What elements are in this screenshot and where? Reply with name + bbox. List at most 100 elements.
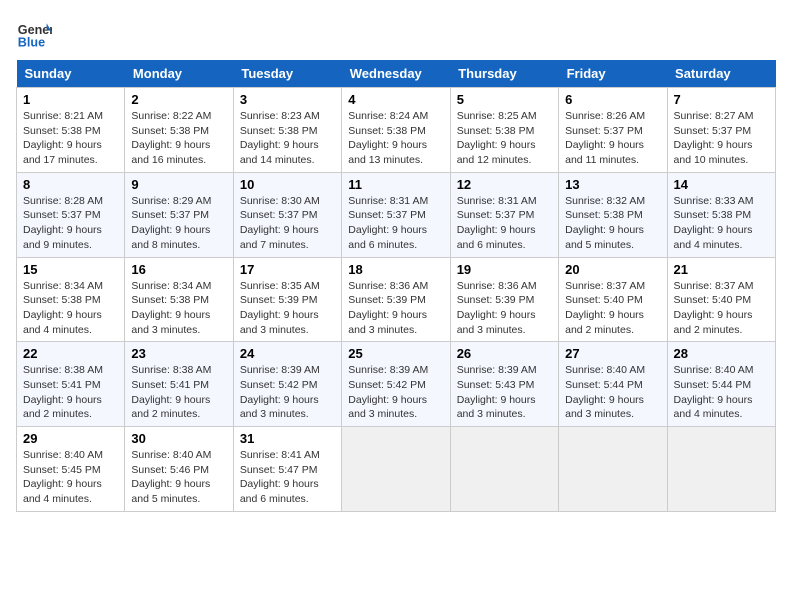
calendar-cell: [450, 427, 558, 512]
calendar-week-4: 22 Sunrise: 8:38 AM Sunset: 5:41 PM Dayl…: [17, 342, 776, 427]
day-info: Sunrise: 8:31 AM Sunset: 5:37 PM Dayligh…: [457, 194, 552, 253]
day-number: 19: [457, 262, 552, 277]
day-number: 15: [23, 262, 118, 277]
day-number: 24: [240, 346, 335, 361]
day-number: 10: [240, 177, 335, 192]
day-number: 9: [131, 177, 226, 192]
day-info: Sunrise: 8:36 AM Sunset: 5:39 PM Dayligh…: [348, 279, 443, 338]
calendar-cell: 11 Sunrise: 8:31 AM Sunset: 5:37 PM Dayl…: [342, 172, 450, 257]
day-info: Sunrise: 8:41 AM Sunset: 5:47 PM Dayligh…: [240, 448, 335, 507]
day-number: 1: [23, 92, 118, 107]
calendar-cell: 27 Sunrise: 8:40 AM Sunset: 5:44 PM Dayl…: [559, 342, 667, 427]
day-number: 3: [240, 92, 335, 107]
weekday-header-wednesday: Wednesday: [342, 60, 450, 88]
page-header: General Blue: [16, 16, 776, 52]
day-number: 30: [131, 431, 226, 446]
calendar-cell: 10 Sunrise: 8:30 AM Sunset: 5:37 PM Dayl…: [233, 172, 341, 257]
day-number: 5: [457, 92, 552, 107]
day-info: Sunrise: 8:34 AM Sunset: 5:38 PM Dayligh…: [131, 279, 226, 338]
day-number: 20: [565, 262, 660, 277]
day-number: 7: [674, 92, 769, 107]
day-info: Sunrise: 8:27 AM Sunset: 5:37 PM Dayligh…: [674, 109, 769, 168]
calendar-cell: 28 Sunrise: 8:40 AM Sunset: 5:44 PM Dayl…: [667, 342, 775, 427]
logo: General Blue: [16, 16, 52, 52]
weekday-header-sunday: Sunday: [17, 60, 125, 88]
day-info: Sunrise: 8:36 AM Sunset: 5:39 PM Dayligh…: [457, 279, 552, 338]
day-info: Sunrise: 8:21 AM Sunset: 5:38 PM Dayligh…: [23, 109, 118, 168]
svg-text:Blue: Blue: [18, 36, 45, 50]
day-info: Sunrise: 8:40 AM Sunset: 5:44 PM Dayligh…: [565, 363, 660, 422]
weekday-header-monday: Monday: [125, 60, 233, 88]
weekday-header-saturday: Saturday: [667, 60, 775, 88]
day-info: Sunrise: 8:34 AM Sunset: 5:38 PM Dayligh…: [23, 279, 118, 338]
calendar-cell: 15 Sunrise: 8:34 AM Sunset: 5:38 PM Dayl…: [17, 257, 125, 342]
day-number: 14: [674, 177, 769, 192]
day-info: Sunrise: 8:33 AM Sunset: 5:38 PM Dayligh…: [674, 194, 769, 253]
weekday-header-thursday: Thursday: [450, 60, 558, 88]
day-info: Sunrise: 8:32 AM Sunset: 5:38 PM Dayligh…: [565, 194, 660, 253]
logo-icon: General Blue: [16, 16, 52, 52]
weekday-header-tuesday: Tuesday: [233, 60, 341, 88]
day-number: 27: [565, 346, 660, 361]
day-info: Sunrise: 8:38 AM Sunset: 5:41 PM Dayligh…: [131, 363, 226, 422]
day-info: Sunrise: 8:37 AM Sunset: 5:40 PM Dayligh…: [674, 279, 769, 338]
day-info: Sunrise: 8:31 AM Sunset: 5:37 PM Dayligh…: [348, 194, 443, 253]
day-info: Sunrise: 8:24 AM Sunset: 5:38 PM Dayligh…: [348, 109, 443, 168]
calendar-cell: 24 Sunrise: 8:39 AM Sunset: 5:42 PM Dayl…: [233, 342, 341, 427]
calendar-cell: 25 Sunrise: 8:39 AM Sunset: 5:42 PM Dayl…: [342, 342, 450, 427]
calendar-cell: 2 Sunrise: 8:22 AM Sunset: 5:38 PM Dayli…: [125, 88, 233, 173]
calendar-cell: 29 Sunrise: 8:40 AM Sunset: 5:45 PM Dayl…: [17, 427, 125, 512]
day-number: 23: [131, 346, 226, 361]
day-info: Sunrise: 8:23 AM Sunset: 5:38 PM Dayligh…: [240, 109, 335, 168]
day-info: Sunrise: 8:28 AM Sunset: 5:37 PM Dayligh…: [23, 194, 118, 253]
day-number: 11: [348, 177, 443, 192]
weekday-header-row: SundayMondayTuesdayWednesdayThursdayFrid…: [17, 60, 776, 88]
calendar-cell: 8 Sunrise: 8:28 AM Sunset: 5:37 PM Dayli…: [17, 172, 125, 257]
calendar-cell: 22 Sunrise: 8:38 AM Sunset: 5:41 PM Dayl…: [17, 342, 125, 427]
day-number: 8: [23, 177, 118, 192]
calendar-cell: 1 Sunrise: 8:21 AM Sunset: 5:38 PM Dayli…: [17, 88, 125, 173]
day-number: 6: [565, 92, 660, 107]
day-number: 28: [674, 346, 769, 361]
day-info: Sunrise: 8:39 AM Sunset: 5:42 PM Dayligh…: [240, 363, 335, 422]
day-info: Sunrise: 8:37 AM Sunset: 5:40 PM Dayligh…: [565, 279, 660, 338]
calendar-week-5: 29 Sunrise: 8:40 AM Sunset: 5:45 PM Dayl…: [17, 427, 776, 512]
calendar-cell: 5 Sunrise: 8:25 AM Sunset: 5:38 PM Dayli…: [450, 88, 558, 173]
calendar-cell: 4 Sunrise: 8:24 AM Sunset: 5:38 PM Dayli…: [342, 88, 450, 173]
day-info: Sunrise: 8:39 AM Sunset: 5:42 PM Dayligh…: [348, 363, 443, 422]
day-number: 22: [23, 346, 118, 361]
calendar-cell: 19 Sunrise: 8:36 AM Sunset: 5:39 PM Dayl…: [450, 257, 558, 342]
day-info: Sunrise: 8:38 AM Sunset: 5:41 PM Dayligh…: [23, 363, 118, 422]
day-number: 21: [674, 262, 769, 277]
calendar-cell: 21 Sunrise: 8:37 AM Sunset: 5:40 PM Dayl…: [667, 257, 775, 342]
calendar-cell: 17 Sunrise: 8:35 AM Sunset: 5:39 PM Dayl…: [233, 257, 341, 342]
day-number: 12: [457, 177, 552, 192]
calendar-week-1: 1 Sunrise: 8:21 AM Sunset: 5:38 PM Dayli…: [17, 88, 776, 173]
calendar-cell: 30 Sunrise: 8:40 AM Sunset: 5:46 PM Dayl…: [125, 427, 233, 512]
day-number: 13: [565, 177, 660, 192]
day-number: 31: [240, 431, 335, 446]
weekday-header-friday: Friday: [559, 60, 667, 88]
calendar-cell: 12 Sunrise: 8:31 AM Sunset: 5:37 PM Dayl…: [450, 172, 558, 257]
calendar-cell: 3 Sunrise: 8:23 AM Sunset: 5:38 PM Dayli…: [233, 88, 341, 173]
day-info: Sunrise: 8:40 AM Sunset: 5:45 PM Dayligh…: [23, 448, 118, 507]
calendar-cell: 14 Sunrise: 8:33 AM Sunset: 5:38 PM Dayl…: [667, 172, 775, 257]
day-info: Sunrise: 8:40 AM Sunset: 5:44 PM Dayligh…: [674, 363, 769, 422]
calendar-cell: 7 Sunrise: 8:27 AM Sunset: 5:37 PM Dayli…: [667, 88, 775, 173]
day-number: 17: [240, 262, 335, 277]
calendar-cell: 6 Sunrise: 8:26 AM Sunset: 5:37 PM Dayli…: [559, 88, 667, 173]
calendar-cell: 18 Sunrise: 8:36 AM Sunset: 5:39 PM Dayl…: [342, 257, 450, 342]
day-info: Sunrise: 8:26 AM Sunset: 5:37 PM Dayligh…: [565, 109, 660, 168]
day-info: Sunrise: 8:22 AM Sunset: 5:38 PM Dayligh…: [131, 109, 226, 168]
calendar-cell: 16 Sunrise: 8:34 AM Sunset: 5:38 PM Dayl…: [125, 257, 233, 342]
calendar-cell: [559, 427, 667, 512]
calendar-cell: [342, 427, 450, 512]
day-info: Sunrise: 8:35 AM Sunset: 5:39 PM Dayligh…: [240, 279, 335, 338]
day-number: 4: [348, 92, 443, 107]
day-info: Sunrise: 8:39 AM Sunset: 5:43 PM Dayligh…: [457, 363, 552, 422]
calendar-week-2: 8 Sunrise: 8:28 AM Sunset: 5:37 PM Dayli…: [17, 172, 776, 257]
day-info: Sunrise: 8:29 AM Sunset: 5:37 PM Dayligh…: [131, 194, 226, 253]
day-number: 18: [348, 262, 443, 277]
day-info: Sunrise: 8:30 AM Sunset: 5:37 PM Dayligh…: [240, 194, 335, 253]
calendar-cell: [667, 427, 775, 512]
